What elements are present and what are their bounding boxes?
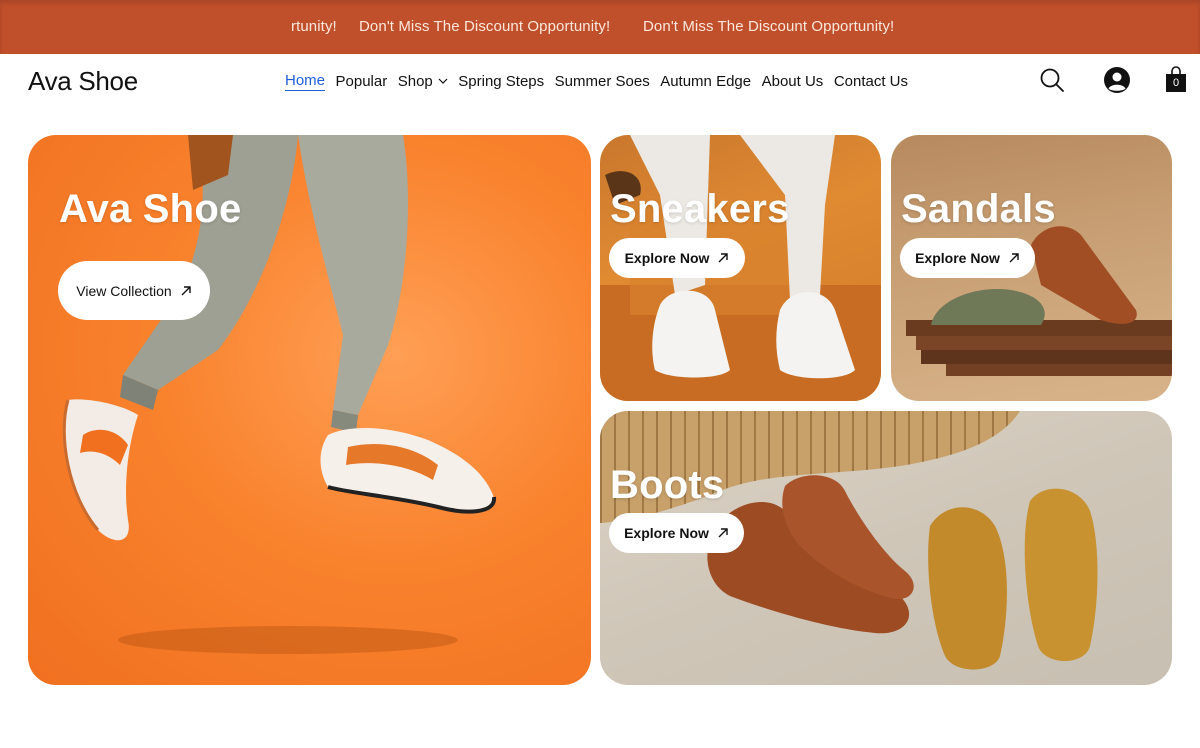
site-logo[interactable]: Ava Shoe xyxy=(28,66,138,97)
sneakers-explore-label: Explore Now xyxy=(624,250,710,266)
sandals-title: Sandals xyxy=(901,187,1056,231)
announcement-message: rtunity! xyxy=(291,18,337,35)
nav-item-about-us[interactable]: About Us xyxy=(762,71,824,91)
nav-item-shop-label: Shop xyxy=(397,72,433,90)
nav-item-home[interactable]: Home xyxy=(285,71,326,91)
nav-item-popular[interactable]: Popular xyxy=(336,71,388,91)
nav-item-spring-steps[interactable]: Spring Steps xyxy=(458,71,544,91)
view-collection-button[interactable]: View Collection xyxy=(58,261,210,320)
site-header: Ava Shoe Home Popular Shop Spring Steps … xyxy=(0,54,1200,110)
main-nav: Home Popular Shop Spring Steps Summer So… xyxy=(285,71,919,91)
boots-explore-button[interactable]: Explore Now xyxy=(609,513,744,553)
sneakers-explore-button[interactable]: Explore Now xyxy=(609,238,745,278)
hero-title: Ava Shoe xyxy=(59,187,242,231)
arrow-up-right-icon xyxy=(718,528,728,538)
category-card-sandals[interactable]: Sandals Explore Now xyxy=(891,135,1172,401)
nav-item-contact-us[interactable]: Contact Us xyxy=(834,71,908,91)
nav-item-shop[interactable]: Shop xyxy=(398,71,448,91)
announcement-message: Don't Miss The Discount Opportunity! xyxy=(359,18,611,35)
announcement-bar: rtunity! Don't Miss The Discount Opportu… xyxy=(0,0,1200,54)
cart-count: 0 xyxy=(1172,77,1180,89)
boots-explore-label: Explore Now xyxy=(624,525,709,541)
nav-item-summer-soes[interactable]: Summer Soes xyxy=(555,71,650,91)
hero-card[interactable]: Ava Shoe xyxy=(28,135,591,685)
view-collection-label: View Collection xyxy=(76,282,172,299)
category-card-sneakers[interactable]: Sneakers Explore Now xyxy=(600,135,881,401)
search-icon[interactable] xyxy=(1038,66,1066,94)
announcement-message: Don't Miss The Discount Opportunity! xyxy=(643,18,895,35)
sandals-explore-label: Explore Now xyxy=(915,250,1000,266)
boots-title: Boots xyxy=(610,463,725,507)
cart-button[interactable]: 0 xyxy=(1164,64,1188,94)
sneakers-title: Sneakers xyxy=(610,187,790,231)
arrow-up-right-icon xyxy=(181,285,191,295)
arrow-up-right-icon xyxy=(1009,253,1019,263)
category-card-boots[interactable]: Boots Explore Now xyxy=(600,411,1172,685)
sandals-explore-button[interactable]: Explore Now xyxy=(900,238,1035,278)
announcement-track: rtunity! Don't Miss The Discount Opportu… xyxy=(0,0,1200,54)
arrow-up-right-icon xyxy=(718,253,729,263)
account-icon[interactable] xyxy=(1103,66,1131,94)
chevron-down-icon xyxy=(438,78,448,84)
nav-item-autumn-edge[interactable]: Autumn Edge xyxy=(660,71,751,91)
